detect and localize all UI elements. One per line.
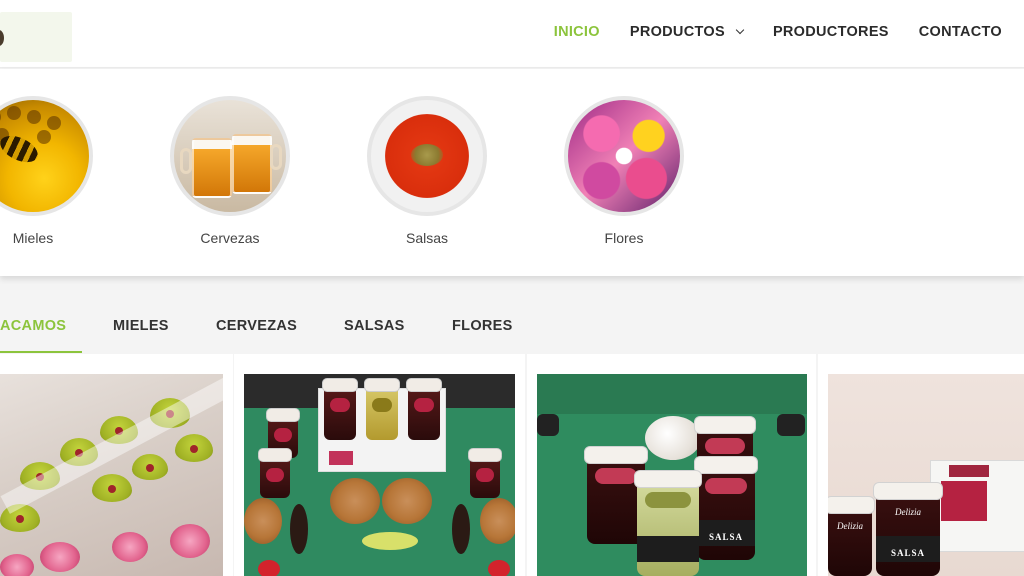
flowers-image	[564, 96, 684, 216]
category-label: Mieles	[12, 230, 54, 246]
nav-productores[interactable]: PRODUCTORES	[773, 24, 889, 40]
honey-image	[0, 96, 93, 216]
category-label: Salsas	[405, 230, 449, 246]
category-label: Flores	[604, 230, 644, 246]
salsa-image	[367, 96, 487, 216]
logo[interactable]	[0, 12, 72, 62]
product-card[interactable]	[234, 354, 525, 576]
nav-contacto[interactable]: CONTACTO	[919, 24, 1002, 40]
delizia-gift-image: Delizia Delizia SALSA	[828, 374, 1024, 576]
salsa-label: SALSA	[708, 532, 743, 542]
nav-productos-label: PRODUCTOS	[629, 24, 725, 40]
category-label: Cervezas	[200, 230, 260, 246]
main-nav: INICIO PRODUCTOS PRODUCTORES CONTACTO	[554, 24, 1002, 40]
tab-mieles[interactable]: MIELES	[113, 318, 169, 334]
category-salsas[interactable]: Salsas	[367, 96, 487, 246]
tab-cervezas[interactable]: CERVEZAS	[216, 318, 297, 334]
salsa-jars-image	[244, 374, 515, 576]
category-cervezas[interactable]: Cervezas	[170, 96, 290, 246]
logo-mark-icon	[0, 30, 4, 46]
beer-image	[170, 96, 290, 216]
nav-productos[interactable]: PRODUCTOS	[629, 24, 745, 40]
chevron-down-icon	[735, 25, 745, 35]
category-mieles[interactable]: Mieles	[0, 96, 93, 246]
tab-destacamos[interactable]: ACAMOS	[0, 318, 66, 334]
salsa-label: SALSA	[890, 548, 925, 558]
product-grid: SALSA Delizia Delizia SALSA	[0, 354, 1024, 576]
delizia-salsa-image: SALSA	[537, 374, 807, 576]
product-card[interactable]: Delizia Delizia SALSA	[818, 354, 1024, 576]
category-strip: Mieles Cervezas Salsas Flores	[0, 69, 1024, 276]
tab-salsas[interactable]: SALSAS	[344, 318, 405, 334]
orchid-image	[0, 374, 223, 576]
site-header: INICIO PRODUCTOS PRODUCTORES CONTACTO	[0, 0, 1024, 68]
active-tab-indicator	[0, 351, 82, 353]
product-card[interactable]	[0, 354, 233, 576]
nav-inicio[interactable]: INICIO	[554, 24, 600, 40]
category-flores[interactable]: Flores	[564, 96, 684, 246]
brand-label: Delizia	[837, 521, 863, 531]
product-card[interactable]: SALSA	[527, 354, 816, 576]
brand-label: Delizia	[895, 507, 921, 517]
page: INICIO PRODUCTOS PRODUCTORES CONTACTO Mi…	[0, 0, 1024, 576]
tab-flores[interactable]: FLORES	[452, 318, 513, 334]
bee-icon	[0, 130, 42, 168]
